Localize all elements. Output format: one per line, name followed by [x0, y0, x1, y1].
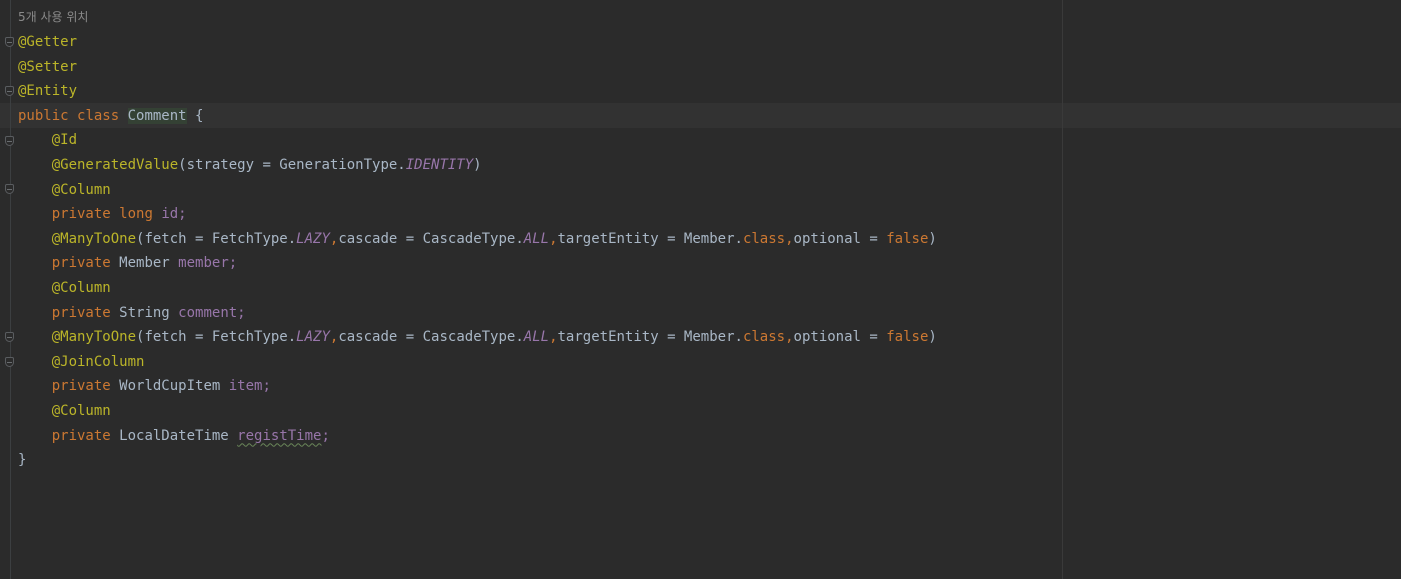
code-line[interactable]: @Getter	[18, 30, 937, 55]
code-token: targetEntity = Member.	[557, 329, 743, 346]
code-token: ,	[549, 329, 558, 346]
code-line[interactable]: @Entity	[18, 79, 937, 104]
code-token: id;	[161, 206, 187, 223]
code-token: ;	[321, 427, 330, 444]
code-token: ,	[785, 329, 794, 346]
code-token: )	[473, 156, 482, 173]
code-token: class	[742, 230, 786, 247]
code-line[interactable]: @Column	[18, 276, 937, 301]
code-token: class	[77, 107, 128, 124]
right-margin-guide	[1062, 0, 1063, 579]
code-token: @Column	[51, 181, 111, 198]
code-token: @GeneratedValue	[51, 156, 179, 173]
code-token: public	[18, 107, 78, 124]
code-line[interactable]: private LocalDateTime registTime;	[18, 424, 937, 449]
code-token: private	[51, 427, 120, 444]
code-token: ALL	[523, 230, 550, 247]
fold-icon[interactable]	[5, 86, 14, 96]
code-token: optional =	[793, 230, 887, 247]
code-editor[interactable]: 5개 사용 위치 @Getter @Setter @Entity public cla…	[18, 5, 937, 473]
code-line[interactable]: @Column	[18, 399, 937, 424]
code-token: @Id	[51, 132, 78, 149]
code-line[interactable]: @Setter	[18, 55, 937, 80]
code-token: class	[742, 329, 786, 346]
code-token: optional =	[793, 329, 887, 346]
code-token: cascade = CascadeType.	[338, 329, 524, 346]
code-line[interactable]: @ManyToOne(fetch = FetchType.LAZY, cascad…	[18, 325, 937, 350]
code-line[interactable]: }	[18, 448, 937, 473]
code-token: private	[51, 255, 120, 272]
code-token: false	[886, 329, 929, 346]
fold-icon[interactable]	[5, 332, 14, 342]
fold-icon[interactable]	[5, 184, 14, 194]
code-token: LAZY	[296, 230, 330, 247]
fold-icon[interactable]	[5, 136, 14, 146]
code-token: )	[928, 329, 937, 346]
code-line[interactable]: private Member member;	[18, 251, 937, 276]
code-token: @Column	[51, 402, 111, 419]
code-token: ,	[549, 230, 558, 247]
code-token: private	[51, 206, 120, 223]
code-token: cascade = CascadeType.	[338, 230, 524, 247]
code-token: long	[119, 206, 162, 223]
code-token: (strategy = GenerationType.	[178, 156, 406, 173]
code-line[interactable]: @Id	[18, 128, 937, 153]
code-token: @ManyToOne	[51, 230, 137, 247]
usage-hint[interactable]: 5개 사용 위치	[18, 5, 937, 30]
code-token: Member	[119, 255, 179, 272]
code-token: Comment	[127, 107, 187, 124]
code-line[interactable]: @Column	[18, 178, 937, 203]
code-line[interactable]: private WorldCupItem item;	[18, 374, 937, 399]
code-line[interactable]: private String comment;	[18, 301, 937, 326]
code-token: @JoinColumn	[51, 353, 145, 370]
code-token: IDENTITY	[405, 156, 474, 173]
code-token: LAZY	[296, 329, 330, 346]
code-token: String	[119, 304, 179, 321]
code-token: member;	[178, 255, 238, 272]
code-token: WorldCupItem	[119, 378, 229, 395]
code-token: @Entity	[18, 83, 78, 100]
fold-icon[interactable]	[5, 37, 14, 47]
code-token: ALL	[523, 329, 550, 346]
code-token: false	[886, 230, 929, 247]
code-token: ,	[785, 230, 794, 247]
code-token: {	[186, 107, 204, 124]
code-line[interactable]: @JoinColumn	[18, 350, 937, 375]
code-line[interactable]: private long id;	[18, 202, 937, 227]
code-line[interactable]: @GeneratedValue(strategy = GenerationTyp…	[18, 153, 937, 178]
code-token: }	[18, 452, 27, 469]
code-token: private	[51, 304, 120, 321]
code-token: comment;	[178, 304, 246, 321]
code-token: LocalDateTime	[119, 427, 238, 444]
code-lines[interactable]: @Getter @Setter @Entity public class Commen…	[18, 30, 937, 473]
code-token: @Getter	[18, 34, 78, 50]
code-token: registTime	[237, 427, 322, 444]
code-token: item;	[228, 378, 271, 395]
code-token: targetEntity = Member.	[557, 230, 743, 247]
code-line[interactable]: public class Comment {	[18, 104, 937, 129]
code-token: @Setter	[18, 58, 78, 75]
code-token: private	[51, 378, 120, 395]
code-token: @Column	[51, 279, 111, 296]
code-token: @ManyToOne	[51, 329, 137, 346]
code-token: (fetch = FetchType.	[136, 230, 297, 247]
code-token: (fetch = FetchType.	[136, 329, 297, 346]
fold-icon[interactable]	[5, 357, 14, 367]
code-token: )	[928, 230, 937, 247]
code-line[interactable]: @ManyToOne(fetch = FetchType.LAZY, cascad…	[18, 227, 937, 252]
